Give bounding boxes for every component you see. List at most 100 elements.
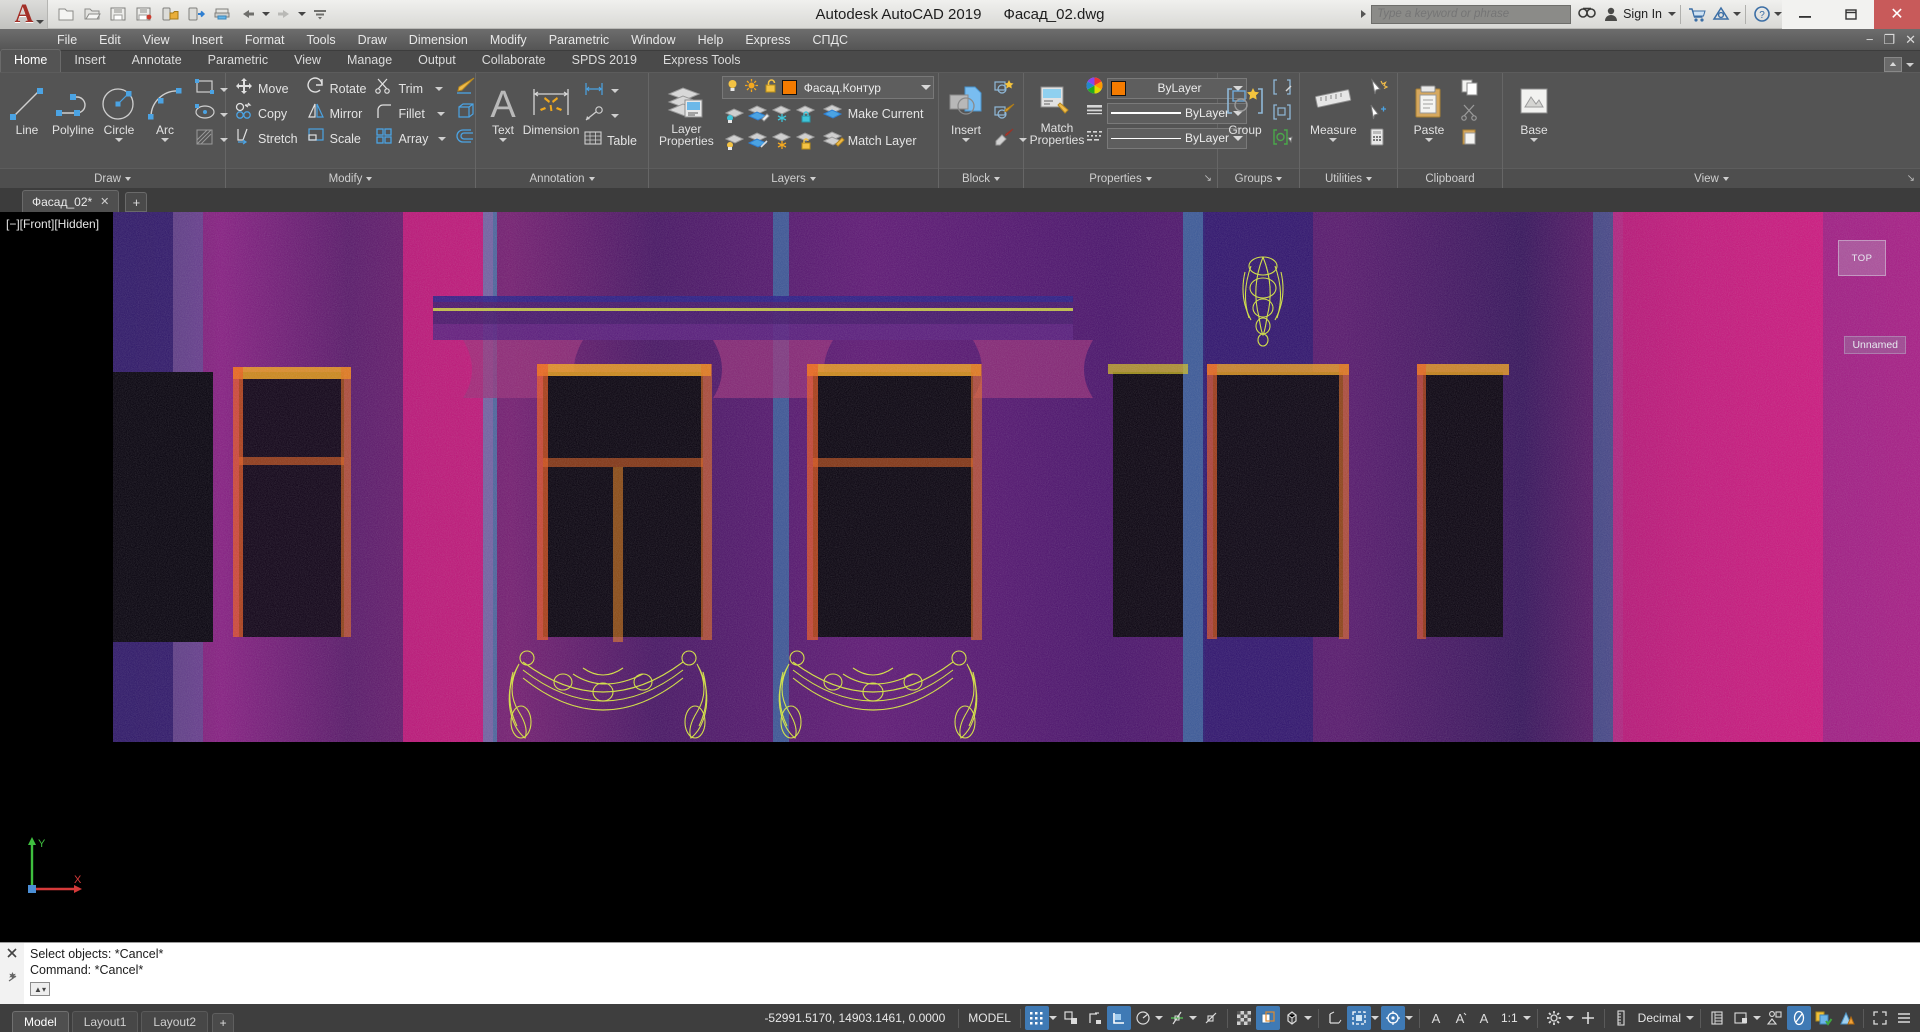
transparency-toggle[interactable]: [1232, 1006, 1256, 1030]
hardware-acceleration-toggle[interactable]: [1576, 1006, 1600, 1030]
autodesk-360-icon[interactable]: [1709, 2, 1733, 26]
clean-screen-toggle[interactable]: [1868, 1006, 1892, 1030]
customization-menu-icon[interactable]: [1892, 1006, 1916, 1030]
dynamic-ucs-toggle[interactable]: [1323, 1006, 1347, 1030]
menu-item-help[interactable]: Help: [687, 29, 735, 51]
command-prompt-icon[interactable]: ▲▾: [30, 982, 50, 996]
panel-annotation-expand-icon[interactable]: [588, 176, 595, 181]
ortho-mode-toggle[interactable]: [1106, 1006, 1131, 1030]
3d-osnap-toggle[interactable]: [1280, 1006, 1304, 1030]
menu-item-tools[interactable]: Tools: [295, 29, 346, 51]
close-icon[interactable]: ✕: [100, 195, 109, 208]
tab-home[interactable]: Home: [0, 49, 62, 72]
panel-modify-expand-icon[interactable]: [366, 176, 373, 181]
isolate-layer-button[interactable]: [746, 102, 770, 126]
tab-insert[interactable]: Insert: [61, 50, 118, 72]
autodesk-app-store-icon[interactable]: [1685, 2, 1709, 26]
modify-copy-button[interactable]: Copy: [230, 101, 302, 126]
ribbon-minimize-icon[interactable]: [1884, 57, 1902, 72]
menu-item-insert[interactable]: Insert: [181, 29, 234, 51]
modify-rotate-button[interactable]: Rotate: [302, 76, 371, 101]
calculator-button[interactable]: [1363, 127, 1391, 152]
panel-utilities-expand-icon[interactable]: [1366, 176, 1373, 181]
layout-tab-model[interactable]: Model: [12, 1011, 69, 1032]
thaw-all-layers-button[interactable]: [770, 129, 794, 153]
panel-title-properties[interactable]: Properties ↘: [1024, 168, 1217, 188]
new-drawing-tab-button[interactable]: +: [125, 192, 148, 212]
save-to-web-icon[interactable]: [184, 2, 208, 26]
object-snap-tracking-toggle[interactable]: [1165, 1006, 1189, 1030]
menu-item-spds[interactable]: СПДС: [801, 29, 859, 51]
quick-select-button[interactable]: [1363, 77, 1391, 102]
freeze-layer-button[interactable]: [770, 102, 794, 126]
open-file-icon[interactable]: [80, 2, 104, 26]
redo-dropdown-icon[interactable]: [298, 12, 306, 16]
minimize-button[interactable]: [1782, 0, 1828, 29]
selection-cycling-toggle[interactable]: [1255, 1006, 1280, 1030]
gizmo-dropdown-icon[interactable]: [1404, 1016, 1413, 1020]
lock-ui-toggle[interactable]: [1729, 1006, 1753, 1030]
autodesk-360-dropdown-icon[interactable]: [1733, 12, 1741, 16]
annotation-leader-button[interactable]: [579, 104, 641, 129]
command-input-row[interactable]: ▲▾: [30, 980, 1914, 998]
panel-draw-expand-icon[interactable]: [124, 176, 131, 181]
restore-button[interactable]: [1828, 0, 1874, 29]
command-line[interactable]: Select objects: *Cancel* Command: *Cance…: [0, 942, 1920, 1004]
panel-groups-expand-icon[interactable]: [1276, 176, 1283, 181]
annotation-scale-icon-button[interactable]: A: [1472, 1006, 1496, 1030]
grid-dropdown-icon[interactable]: [1048, 1016, 1057, 1020]
infocenter-expand-icon[interactable]: [1361, 10, 1367, 18]
tab-collaborate[interactable]: Collaborate: [469, 50, 559, 72]
panel-title-block[interactable]: Block: [939, 168, 1023, 188]
layout-tab-layout1[interactable]: Layout1: [71, 1011, 139, 1032]
workspace-dropdown-icon[interactable]: [1565, 1016, 1574, 1020]
match-layer-button[interactable]: Match Layer: [818, 128, 921, 153]
insert-dropdown-icon[interactable]: [962, 138, 970, 142]
units-icon-button[interactable]: [1609, 1006, 1633, 1030]
menu-item-edit[interactable]: Edit: [88, 29, 132, 51]
panel-title-layers[interactable]: Layers: [649, 168, 938, 188]
command-line-close-icon[interactable]: [6, 946, 18, 964]
infer-constraints-toggle[interactable]: [1083, 1006, 1107, 1030]
osnap-tracking-dropdown-icon[interactable]: [1188, 1016, 1197, 1020]
close-document-icon[interactable]: ✕: [1905, 32, 1916, 48]
layer-off-button[interactable]: [722, 102, 746, 126]
match-properties-button[interactable]: Match Properties: [1028, 75, 1086, 146]
polar-tracking-toggle[interactable]: [1131, 1006, 1155, 1030]
arc-dropdown-icon[interactable]: [161, 138, 169, 142]
paste-special-button[interactable]: [1456, 127, 1484, 152]
panel-title-groups[interactable]: Groups: [1218, 168, 1299, 188]
layer-properties-button[interactable]: Layer Properties: [653, 76, 720, 147]
current-layer-dropdown[interactable]: Фасад.Контур: [721, 76, 934, 99]
layer-unlock-icon[interactable]: [763, 78, 778, 98]
insert-block-button[interactable]: Insert: [943, 77, 989, 142]
application-menu-button[interactable]: A: [0, 0, 48, 29]
unisolate-layer-button[interactable]: [746, 129, 770, 153]
modify-trim-button[interactable]: Trim: [370, 76, 450, 101]
command-line-body[interactable]: Select objects: *Cancel* Command: *Cance…: [24, 943, 1920, 1004]
unlock-layer-button[interactable]: [794, 129, 818, 153]
ucs-dropdown[interactable]: Unnamed: [1844, 336, 1906, 354]
search-input-wrapper[interactable]: [1371, 4, 1572, 24]
sign-in-dropdown-icon[interactable]: [1668, 12, 1676, 16]
turn-all-layers-on-button[interactable]: [722, 129, 746, 153]
open-from-web-icon[interactable]: [158, 2, 182, 26]
ribbon-minimize-dropdown-icon[interactable]: [1906, 62, 1914, 67]
view-cube-face-top[interactable]: TOP: [1838, 240, 1886, 276]
paste-button[interactable]: Paste: [1402, 77, 1456, 142]
tab-annotate[interactable]: Annotate: [119, 50, 195, 72]
annotation-dimension-button[interactable]: Dimension: [523, 77, 579, 137]
panel-title-annotation[interactable]: Annotation: [476, 168, 648, 188]
modify-mirror-button[interactable]: Mirror: [302, 101, 371, 126]
graphics-performance-status-icon[interactable]: [1835, 1006, 1859, 1030]
leader-dropdown-icon[interactable]: [611, 114, 620, 118]
modify-move-button[interactable]: Move: [230, 76, 302, 101]
panel-title-clipboard[interactable]: Clipboard: [1398, 168, 1502, 188]
group-button[interactable]: Group: [1222, 77, 1268, 137]
quick-properties-toggle[interactable]: [1705, 1006, 1729, 1030]
command-line-customize-icon[interactable]: [6, 971, 19, 989]
drawing-tab-facade-02[interactable]: Фасад_02* ✕: [22, 190, 120, 212]
space-mode-label[interactable]: MODEL: [963, 1011, 1016, 1025]
panel-title-view[interactable]: View ↘: [1503, 168, 1920, 188]
panel-view-dialog-launcher[interactable]: ↘: [1907, 173, 1915, 184]
